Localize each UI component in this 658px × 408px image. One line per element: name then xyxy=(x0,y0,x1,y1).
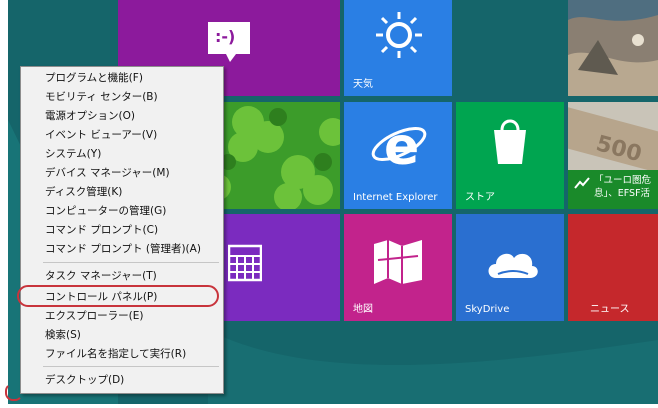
internet-explorer-label: Internet Explorer xyxy=(353,192,438,203)
menu-item-search[interactable]: 検索(S) xyxy=(21,326,223,345)
menu-item-programs-features[interactable]: プログラムと機能(F) xyxy=(21,69,223,88)
menu-item-mobility-center[interactable]: モビリティ センター(B) xyxy=(21,88,223,107)
tile-maps[interactable]: 地図 xyxy=(344,214,452,321)
tile-weather[interactable]: 天気 xyxy=(344,0,452,96)
menu-separator xyxy=(43,366,219,367)
menu-separator xyxy=(43,262,219,263)
news-label: ニュース xyxy=(590,304,630,315)
menu-item-control-panel[interactable]: コントロール パネル(P) xyxy=(21,288,223,307)
menu-item-power-options[interactable]: 電源オプション(O) xyxy=(21,107,223,126)
calendar-icon xyxy=(228,244,262,282)
shopping-bag-icon xyxy=(494,119,526,164)
menu-item-desktop[interactable]: デスクトップ(D) xyxy=(21,371,223,390)
banknote-photo: 500 xyxy=(568,102,658,177)
menu-item-task-manager[interactable]: タスク マネージャー(T) xyxy=(21,267,223,286)
tile-photos[interactable] xyxy=(568,0,658,96)
sun-icon xyxy=(376,12,422,58)
menu-item-explorer[interactable]: エクスプローラー(E) xyxy=(21,307,223,326)
menu-item-system[interactable]: システム(Y) xyxy=(21,145,223,164)
map-icon xyxy=(374,240,422,284)
tile-internet-explorer[interactable]: e Internet Explorer xyxy=(344,102,452,209)
menu-item-command-prompt-admin[interactable]: コマンド プロンプト (管理者)(A) xyxy=(21,240,223,259)
tile-news[interactable]: ニュース xyxy=(568,214,658,321)
messaging-emoticon: :-) xyxy=(215,27,236,46)
maps-label: 地図 xyxy=(353,304,373,315)
weather-label: 天気 xyxy=(353,79,373,90)
landscape-photo xyxy=(568,0,658,96)
menu-item-disk-management[interactable]: ディスク管理(K) xyxy=(21,183,223,202)
cloud-icon xyxy=(488,253,538,278)
chart-trend-icon xyxy=(574,177,590,189)
tile-store[interactable]: ストア xyxy=(456,102,564,209)
tile-skydrive[interactable]: SkyDrive xyxy=(456,214,564,321)
finance-news-strip: 「ユーロ圏危 息」、EFSF活 xyxy=(568,170,658,209)
finance-headline-2: 息」、EFSF活 xyxy=(594,188,651,199)
menu-item-run[interactable]: ファイル名を指定して実行(R) xyxy=(21,345,223,364)
menu-item-computer-management[interactable]: コンピューターの管理(G) xyxy=(21,202,223,221)
quick-link-menu: プログラムと機能(F) モビリティ センター(B) 電源オプション(O) イベン… xyxy=(20,66,224,394)
skydrive-label: SkyDrive xyxy=(465,304,510,315)
tile-finance[interactable]: 500 「ユーロ圏危 息」、EFSF活 xyxy=(568,102,658,209)
menu-item-device-manager[interactable]: デバイス マネージャー(M) xyxy=(21,164,223,183)
internet-explorer-icon: e xyxy=(371,118,427,170)
store-label: ストア xyxy=(465,192,495,203)
finance-headline-1: 「ユーロ圏危 xyxy=(594,175,652,186)
menu-item-event-viewer[interactable]: イベント ビューアー(V) xyxy=(21,126,223,145)
menu-item-command-prompt[interactable]: コマンド プロンプト(C) xyxy=(21,221,223,240)
svg-text:e: e xyxy=(384,118,419,170)
